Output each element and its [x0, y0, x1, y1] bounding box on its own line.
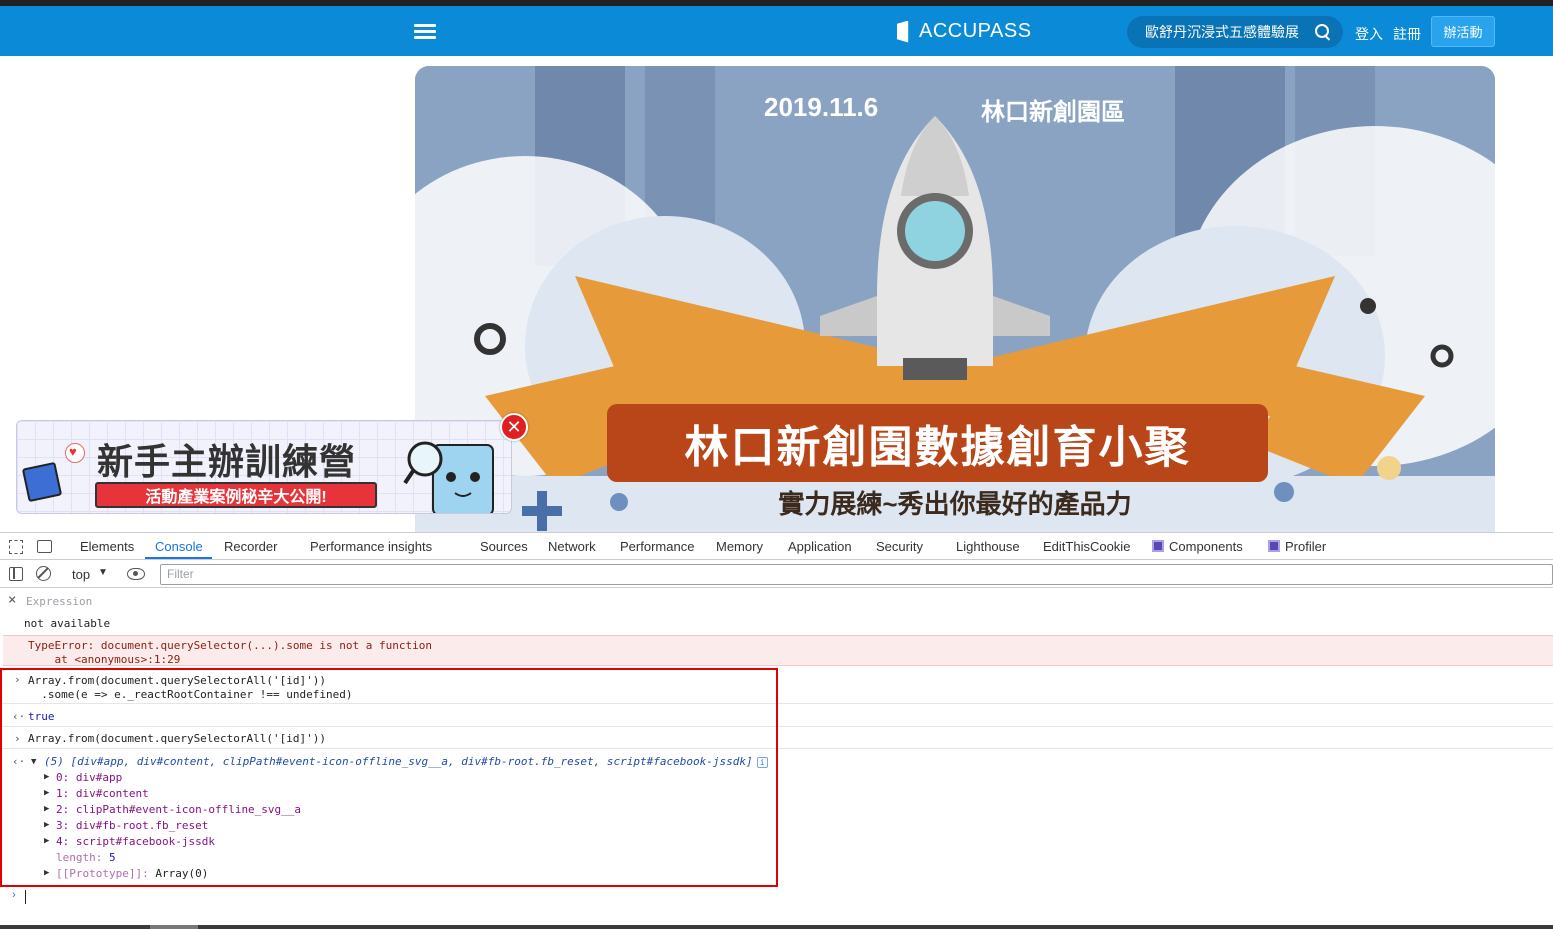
- search-icon[interactable]: [1315, 24, 1331, 40]
- document-icon: [21, 461, 63, 503]
- filter-input[interactable]: Filter: [160, 564, 1553, 585]
- error-text: TypeError: document.querySelector(...).s…: [28, 639, 432, 652]
- logo-mark-icon: [897, 20, 909, 43]
- tab-memory[interactable]: Memory: [716, 539, 763, 554]
- devtools-panel: Elements Console Recorder Performance in…: [0, 532, 1553, 929]
- devtools-tabbar: Elements Console Recorder Performance in…: [0, 533, 1553, 560]
- live-expression-eye-icon[interactable]: [127, 568, 145, 580]
- tab-editthiscookie[interactable]: EditThisCookie: [1043, 539, 1130, 554]
- tab-profiler-label: Profiler: [1285, 539, 1327, 554]
- banner-date: 2019.11.6: [764, 92, 879, 122]
- error-stack: at <anonymous>:1:29: [28, 653, 181, 666]
- clear-console-icon[interactable]: [36, 566, 51, 581]
- login-link[interactable]: 登入: [1355, 24, 1383, 44]
- expression-label[interactable]: Expression: [26, 595, 92, 608]
- host-event-button[interactable]: 辦活動: [1431, 16, 1495, 47]
- heart-icon: [65, 443, 85, 463]
- console-input-prompt-icon: ›: [12, 889, 16, 901]
- scrollbar-thumb[interactable]: [150, 925, 198, 929]
- close-ad-icon[interactable]: ✕: [500, 413, 528, 441]
- search-box[interactable]: 歐舒丹沉浸式五感體驗展: [1127, 16, 1343, 48]
- tab-performance[interactable]: Performance: [620, 539, 694, 554]
- inspect-element-icon[interactable]: [9, 540, 23, 554]
- logo-text: ACCUPASS: [919, 20, 1032, 42]
- sidebar-toggle-icon[interactable]: [9, 567, 23, 581]
- live-expression-row: × Expression: [0, 589, 1553, 611]
- banner-location: 林口新創園區: [981, 99, 1125, 126]
- promo-subtitle: 活動產業案例秘辛大公開!: [95, 482, 377, 508]
- tab-network[interactable]: Network: [548, 539, 596, 554]
- react-icon: [1152, 540, 1164, 552]
- horizontal-scrollbar[interactable]: [0, 925, 1553, 929]
- search-input[interactable]: 歐舒丹沉浸式五感體驗展: [1145, 22, 1315, 42]
- tab-console[interactable]: Console: [155, 539, 203, 554]
- register-link[interactable]: 註冊: [1393, 24, 1421, 44]
- tab-profiler[interactable]: Profiler: [1268, 539, 1326, 554]
- tab-elements[interactable]: Elements: [80, 539, 134, 554]
- expression-value: not available: [24, 617, 111, 630]
- tab-components[interactable]: Components: [1152, 539, 1243, 554]
- device-toolbar-icon[interactable]: [37, 540, 52, 553]
- tab-components-label: Components: [1169, 539, 1243, 554]
- event-banner[interactable]: 2019.11.6 林口新創園區 林口新創園數據創育小聚 實力展練~秀出你最好的…: [415, 66, 1495, 532]
- console-input-cursor[interactable]: [25, 890, 26, 904]
- tab-security[interactable]: Security: [876, 539, 923, 554]
- banner-subtitle: 實力展練~秀出你最好的產品力: [778, 489, 1132, 519]
- tab-sources[interactable]: Sources: [480, 539, 528, 554]
- banner-title: 林口新創園數據創育小聚: [607, 404, 1268, 482]
- promo-title: 新手主辦訓練營: [97, 441, 357, 482]
- tab-application[interactable]: Application: [788, 539, 852, 554]
- tab-lighthouse[interactable]: Lighthouse: [956, 539, 1020, 554]
- site-header: ACCUPASS 歐舒丹沉浸式五感體驗展 登入 註冊 辦活動: [0, 6, 1553, 56]
- tab-recorder[interactable]: Recorder: [224, 539, 277, 554]
- tab-performance-insights[interactable]: Performance insights: [310, 539, 432, 554]
- close-expression-icon[interactable]: ×: [8, 593, 16, 607]
- mascot-icon: [403, 441, 494, 513]
- console-toolbar: top ▼ Filter: [0, 561, 1553, 588]
- chevron-down-icon[interactable]: ▼: [98, 567, 108, 578]
- react-icon: [1268, 540, 1280, 552]
- console-error-message: TypeError: document.querySelector(...).s…: [3, 635, 1553, 666]
- accupass-logo[interactable]: ACCUPASS: [897, 20, 1032, 43]
- promo-ad[interactable]: 新手主辦訓練營 活動產業案例秘辛大公開!: [16, 420, 512, 514]
- active-tab-indicator: [145, 557, 212, 559]
- annotation-highlight-box: [0, 668, 778, 887]
- context-selector[interactable]: top: [72, 567, 90, 582]
- hamburger-menu-icon[interactable]: [414, 24, 436, 40]
